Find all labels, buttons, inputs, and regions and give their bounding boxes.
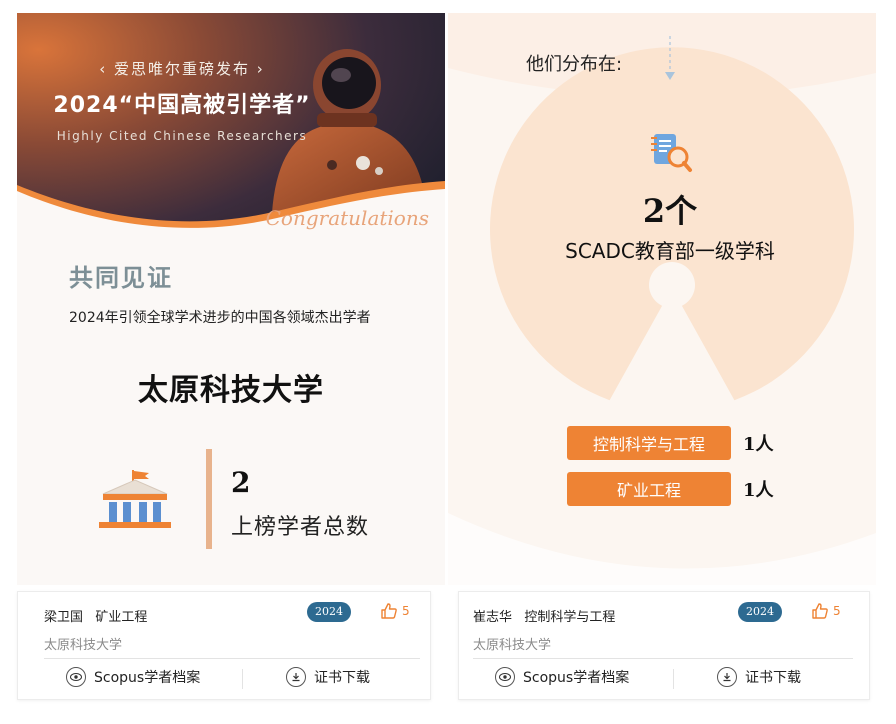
action-separator [242, 669, 243, 689]
subject-people-count: 1人 [743, 434, 774, 455]
subject-pill: 矿业工程 [567, 472, 731, 506]
banner-title: 2024“中国高被引学者” [53, 93, 311, 118]
university-name: 太原科技大学 [138, 373, 324, 408]
subject-count-label: SCADC教育部一级学科 [565, 239, 775, 263]
witness-subtitle: 2024年引领全球学术进步的中国各领域杰出学者 [69, 310, 371, 326]
banner-subtitle: Highly Cited Chinese Researchers [56, 129, 308, 143]
subject-people-count: 1人 [743, 480, 774, 501]
like-button[interactable]: 5 [380, 602, 410, 620]
like-button[interactable]: 5 [811, 602, 841, 620]
like-count: 5 [402, 604, 410, 618]
like-count: 5 [833, 604, 841, 618]
congrats-text: Congratulations [265, 206, 429, 230]
certificate-download-button[interactable]: 证书下载 [286, 667, 370, 687]
card-divider [473, 658, 853, 659]
year-badge: 2024 [307, 602, 351, 622]
book-search-icon [651, 134, 692, 172]
scholar-institution: 太原科技大学 [44, 638, 123, 653]
scholar-name-line: 崔志华 控制科学与工程 [473, 606, 615, 625]
subject-pill: 控制科学与工程 [567, 426, 731, 460]
thumbs-up-icon [812, 603, 828, 619]
right-panel: 他们分布在: 2个 SCADC教育部一级学科 控制科学与工程 1人 矿业工程 1… [448, 13, 876, 585]
scholar-name-line: 梁卫国 矿业工程 [44, 606, 147, 625]
museum-icon [99, 470, 171, 528]
witness-title: 共同见证 [69, 264, 173, 292]
download-icon [286, 667, 306, 687]
action-separator [673, 669, 674, 689]
distribution-title: 他们分布在: [526, 54, 623, 75]
scopus-profile-button[interactable]: Scopus学者档案 [495, 667, 629, 687]
scholar-card[interactable]: 崔志华 控制科学与工程 2024 5 太原科技大学 Scopus学者档案 证书下… [458, 591, 870, 700]
scholar-count-label: 上榜学者总数 [231, 515, 370, 540]
card-divider [44, 658, 420, 659]
certificate-download-button[interactable]: 证书下载 [717, 667, 801, 687]
scopus-label: Scopus学者档案 [94, 670, 201, 686]
download-label: 证书下载 [314, 670, 370, 686]
download-icon [717, 667, 737, 687]
scholar-card[interactable]: 梁卫国 矿业工程 2024 5 太原科技大学 Scopus学者档案 证书下载 [17, 591, 431, 700]
scholar-subject: 控制科学与工程 [524, 610, 616, 625]
subject-count: 2个 [642, 192, 698, 230]
count-divider [206, 449, 212, 549]
scholar-subject: 矿业工程 [95, 610, 148, 625]
hero-banner: ‹ 爱思唯尔重磅发布 › 2024“中国高被引学者” Highly Cited … [17, 13, 445, 258]
download-label: 证书下载 [745, 670, 801, 686]
subject-row: 矿业工程 1人 [567, 472, 867, 506]
scopus-label: Scopus学者档案 [523, 670, 630, 686]
scopus-profile-button[interactable]: Scopus学者档案 [66, 667, 200, 687]
year-badge: 2024 [738, 602, 782, 622]
banner-pretitle: ‹ 爱思唯尔重磅发布 › [99, 60, 265, 78]
scholar-institution: 太原科技大学 [473, 638, 552, 653]
left-panel: ‹ 爱思唯尔重磅发布 › 2024“中国高被引学者” Highly Cited … [17, 13, 445, 585]
eye-icon [495, 667, 515, 687]
scholar-name: 崔志华 [473, 610, 513, 625]
scholar-name: 梁卫国 [44, 610, 84, 625]
eye-icon [66, 667, 86, 687]
scholar-count: 2 [231, 466, 251, 499]
arrow-down-icon [665, 36, 675, 80]
thumbs-up-icon [381, 603, 397, 619]
subject-row: 控制科学与工程 1人 [567, 426, 867, 460]
